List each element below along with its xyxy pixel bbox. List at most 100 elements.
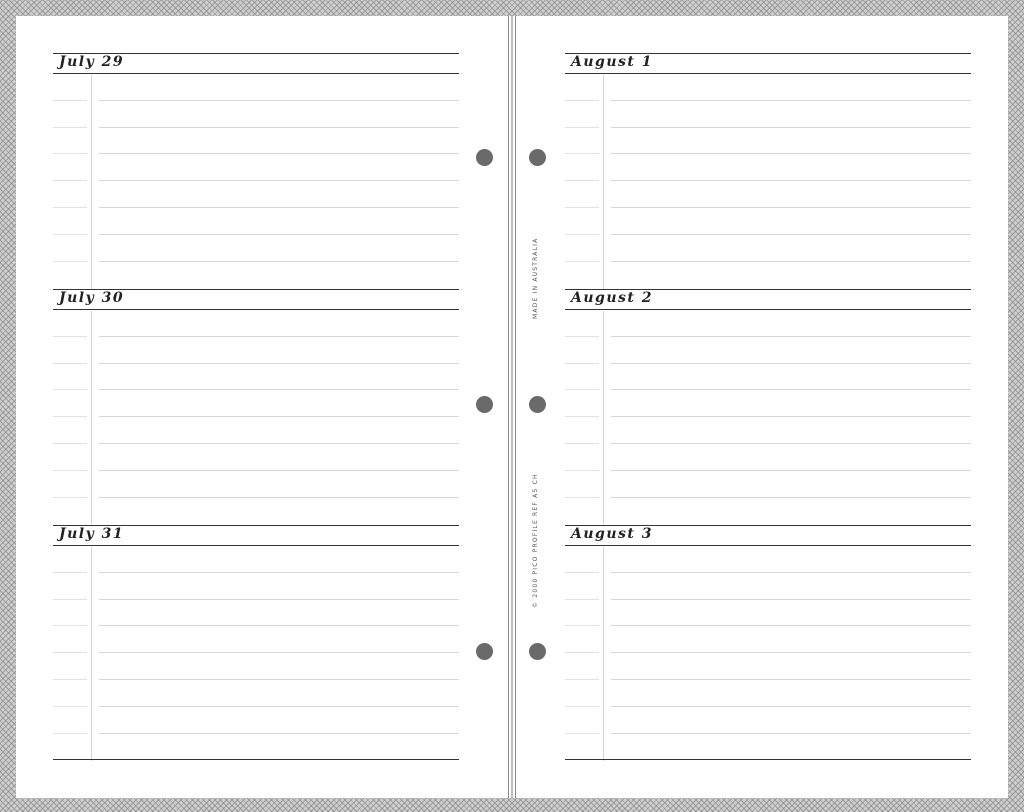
margin-line xyxy=(91,311,92,525)
time-column-rule xyxy=(53,443,87,444)
time-column-rule xyxy=(53,362,87,364)
note-rule xyxy=(611,571,971,573)
note-rule xyxy=(99,389,459,391)
time-column-rule xyxy=(53,153,87,155)
time-column-rule xyxy=(53,335,87,337)
time-column-rule xyxy=(53,207,87,208)
note-rule xyxy=(99,126,459,128)
time-column-rule xyxy=(53,705,87,707)
time-column-rule xyxy=(565,571,599,573)
time-column-rule xyxy=(53,571,87,573)
time-column-rule xyxy=(53,652,87,654)
note-rule xyxy=(611,652,971,654)
note-rule xyxy=(99,732,459,734)
note-rule xyxy=(611,443,971,444)
time-column-rule xyxy=(53,126,87,128)
time-column-rule xyxy=(53,389,87,391)
time-column-rule xyxy=(565,362,599,364)
day-block-august-3: August 3 xyxy=(565,525,971,761)
time-column-rule xyxy=(53,496,87,498)
day-header-rule xyxy=(53,545,459,546)
day-title: July 29 xyxy=(59,54,125,70)
time-column-rule xyxy=(53,625,87,627)
punch-hole xyxy=(476,149,493,166)
time-column-rule xyxy=(565,469,599,471)
margin-line xyxy=(91,547,92,761)
time-column-rule xyxy=(53,233,87,235)
time-column-rule xyxy=(53,598,87,600)
time-column-rule xyxy=(53,99,87,101)
time-column-rule xyxy=(565,233,599,235)
note-rule xyxy=(611,153,971,155)
time-column-rule xyxy=(565,99,599,101)
time-column-rule xyxy=(565,416,599,418)
day-header-rule xyxy=(565,309,971,310)
time-column-rule xyxy=(565,126,599,128)
time-column-rule xyxy=(565,260,599,262)
note-rule xyxy=(611,679,971,680)
note-rule xyxy=(99,652,459,654)
note-rule xyxy=(99,153,459,155)
margin-line xyxy=(603,311,604,525)
note-rule xyxy=(99,207,459,208)
left-page: July 29 July 30 July 31 xyxy=(16,16,508,798)
day-header-rule xyxy=(53,309,459,310)
note-rule xyxy=(611,362,971,364)
time-column-rule xyxy=(53,469,87,471)
time-column-rule xyxy=(565,705,599,707)
note-rule xyxy=(99,362,459,364)
note-rule xyxy=(611,416,971,418)
note-rule xyxy=(611,126,971,128)
day-title: August 2 xyxy=(571,290,653,306)
day-block-july-31: July 31 xyxy=(53,525,459,761)
note-rule xyxy=(99,335,459,337)
time-column-rule xyxy=(53,679,87,680)
punch-hole xyxy=(529,643,546,660)
time-column-rule xyxy=(565,389,599,391)
note-rule xyxy=(611,469,971,471)
note-rule xyxy=(99,496,459,498)
note-rule xyxy=(99,99,459,101)
binder-spine xyxy=(508,16,516,798)
note-rule xyxy=(99,598,459,600)
note-rule xyxy=(99,416,459,418)
time-column-rule xyxy=(565,180,599,182)
note-rule xyxy=(611,732,971,734)
note-rule xyxy=(611,625,971,627)
right-page: August 1 August 2 August 3 MADE IN AUSTR… xyxy=(516,16,1008,798)
note-rule xyxy=(611,99,971,101)
day-title: August 3 xyxy=(571,526,653,542)
copyright-imprint: © 2000 PICO PROFILE REF A5 CH xyxy=(532,473,539,608)
made-in-imprint: MADE IN AUSTRALIA xyxy=(532,237,539,319)
time-column-rule xyxy=(565,153,599,155)
day-block-july-30: July 30 xyxy=(53,289,459,525)
punch-hole xyxy=(529,396,546,413)
margin-line xyxy=(603,547,604,761)
note-rule xyxy=(99,443,459,444)
time-column-rule xyxy=(565,496,599,498)
day-title: August 1 xyxy=(571,54,653,70)
time-column-rule xyxy=(565,625,599,627)
note-rule xyxy=(611,598,971,600)
punch-hole xyxy=(476,643,493,660)
time-column-rule xyxy=(565,679,599,680)
note-rule xyxy=(99,233,459,235)
time-column-rule xyxy=(53,180,87,182)
note-rule xyxy=(99,260,459,262)
time-column-rule xyxy=(565,598,599,600)
day-block-august-1: August 1 xyxy=(565,53,971,289)
note-rule xyxy=(99,625,459,627)
note-rule xyxy=(99,469,459,471)
page-bottom-rule xyxy=(53,759,459,760)
note-rule xyxy=(611,180,971,182)
time-column-rule xyxy=(565,652,599,654)
day-block-july-29: July 29 xyxy=(53,53,459,289)
time-column-rule xyxy=(565,443,599,444)
time-column-rule xyxy=(565,732,599,734)
time-column-rule xyxy=(53,260,87,262)
time-column-rule xyxy=(565,335,599,337)
day-block-august-2: August 2 xyxy=(565,289,971,525)
day-header-rule xyxy=(565,73,971,74)
note-rule xyxy=(611,496,971,498)
time-column-rule xyxy=(565,207,599,208)
